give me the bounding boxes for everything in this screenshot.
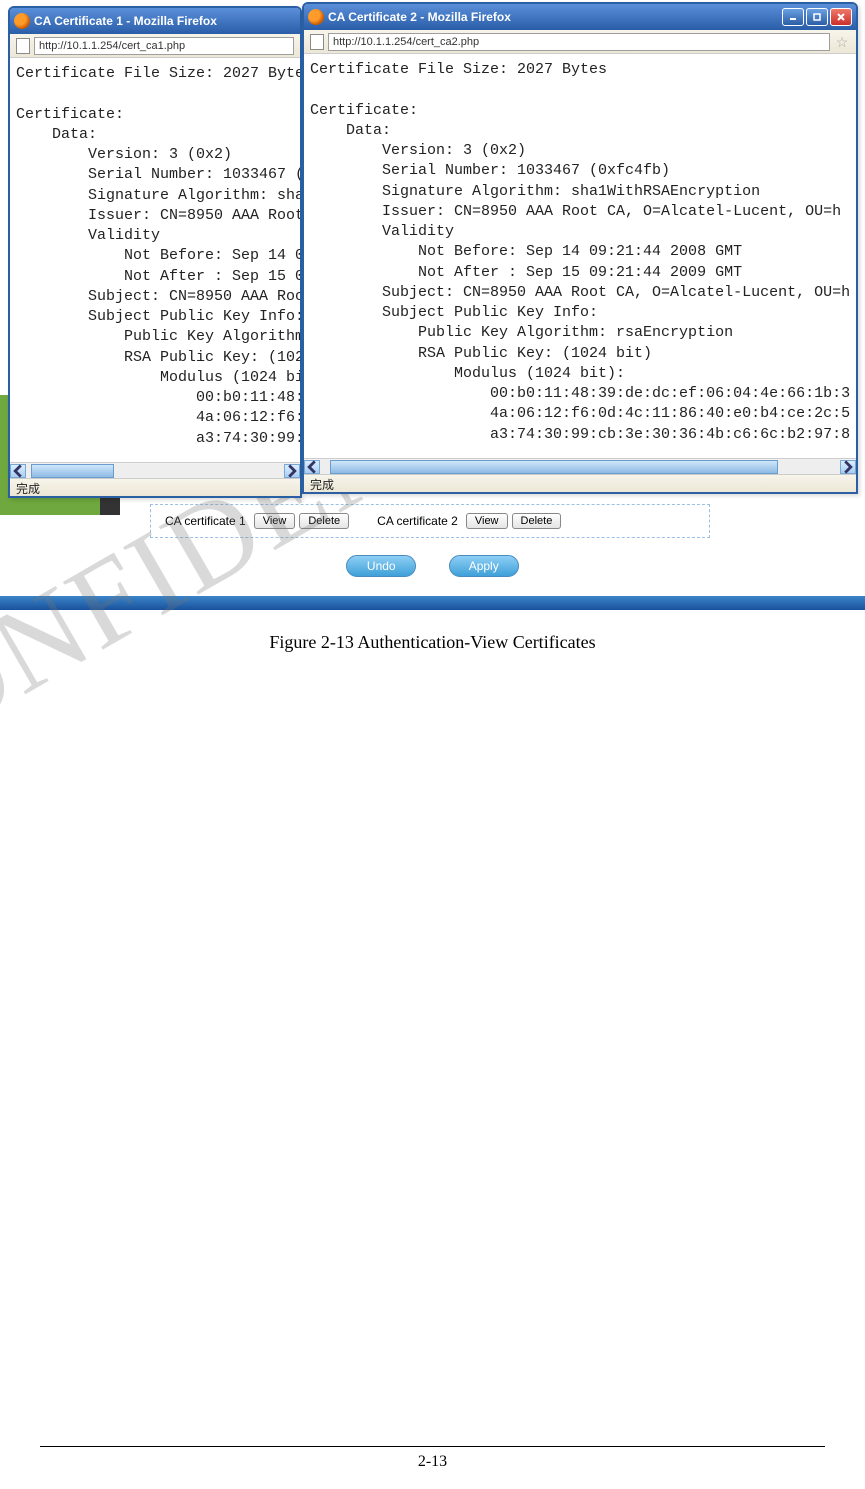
titlebar[interactable]: CA Certificate 2 - Mozilla Firefox — [304, 4, 856, 30]
bookmark-star-icon[interactable]: ☆ — [834, 34, 850, 50]
scroll-right-icon[interactable] — [284, 464, 300, 478]
apply-button[interactable]: Apply — [449, 555, 519, 577]
minimize-button[interactable] — [782, 8, 804, 26]
document-page: CA Certificate 1 - Mozilla Firefox http:… — [0, 0, 865, 1489]
scroll-left-icon[interactable] — [304, 460, 320, 474]
undo-button[interactable]: Undo — [346, 555, 416, 577]
bg-bluebar — [0, 596, 865, 610]
ca-cert1-label: CA certificate 1 — [165, 514, 246, 528]
horizontal-scrollbar[interactable] — [304, 458, 856, 474]
scroll-thumb[interactable] — [330, 460, 777, 474]
screenshot-composite: CA Certificate 1 - Mozilla Firefox http:… — [0, 0, 865, 610]
browser-window-ca2: CA Certificate 2 - Mozilla Firefox http:… — [302, 2, 858, 494]
scroll-track[interactable] — [26, 464, 284, 478]
page-icon — [16, 38, 30, 54]
status-bar: 完成 — [304, 474, 856, 492]
view-ca2-button[interactable]: View — [466, 513, 508, 529]
ca-cert2-label: CA certificate 2 — [377, 514, 458, 528]
titlebar[interactable]: CA Certificate 1 - Mozilla Firefox — [10, 8, 300, 34]
scroll-left-icon[interactable] — [10, 464, 26, 478]
url-field[interactable]: http://10.1.1.254/cert_ca2.php — [328, 33, 830, 51]
figure-caption: Figure 2-13 Authentication-View Certific… — [0, 632, 865, 653]
address-bar-row: http://10.1.1.254/cert_ca1.php — [10, 34, 300, 58]
firefox-icon — [308, 9, 324, 25]
firefox-icon — [14, 13, 30, 29]
browser-window-ca1: CA Certificate 1 - Mozilla Firefox http:… — [8, 6, 302, 498]
maximize-button[interactable] — [806, 8, 828, 26]
page-number: 2-13 — [40, 1446, 825, 1471]
horizontal-scrollbar[interactable] — [10, 462, 300, 478]
certificate-text: Certificate File Size: 2027 Bytes Certif… — [10, 58, 300, 466]
action-button-row: Undo Apply — [0, 555, 865, 577]
certificate-text: Certificate File Size: 2027 Bytes Certif… — [304, 54, 856, 462]
window-title: CA Certificate 1 - Mozilla Firefox — [34, 14, 217, 28]
delete-ca1-button[interactable]: Delete — [299, 513, 349, 529]
page-icon — [310, 34, 324, 50]
address-bar-row: http://10.1.1.254/cert_ca2.php ☆ — [304, 30, 856, 54]
delete-ca2-button[interactable]: Delete — [512, 513, 562, 529]
url-field[interactable]: http://10.1.1.254/cert_ca1.php — [34, 37, 294, 55]
scroll-right-icon[interactable] — [840, 460, 856, 474]
window-title: CA Certificate 2 - Mozilla Firefox — [328, 10, 511, 24]
view-ca1-button[interactable]: View — [254, 513, 296, 529]
scroll-thumb[interactable] — [31, 464, 114, 478]
status-bar: 完成 — [10, 478, 300, 496]
close-button[interactable] — [830, 8, 852, 26]
ca-certificate-row: CA certificate 1 View Delete CA certific… — [150, 504, 710, 538]
scroll-track[interactable] — [320, 460, 840, 474]
